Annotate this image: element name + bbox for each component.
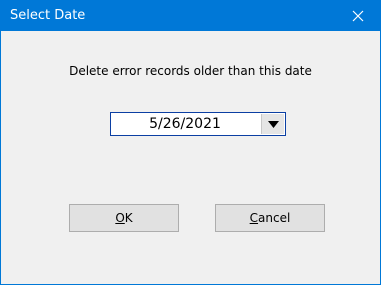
cancel-label-rest: ancel [258,211,291,225]
date-dropdown-button[interactable] [261,114,284,134]
close-button[interactable] [336,1,380,31]
cancel-button[interactable]: Cancel [215,204,325,232]
dialog-body: Delete error records older than this dat… [1,31,380,284]
ok-label-rest: K [124,211,133,225]
close-icon [352,10,364,22]
date-value[interactable]: 5/26/2021 [111,113,259,135]
chevron-down-icon [267,120,279,128]
title-bar[interactable]: Select Date [1,1,380,31]
date-picker[interactable]: 5/26/2021 [110,112,286,136]
window-title: Select Date [10,8,86,23]
ok-button[interactable]: OK [69,204,179,232]
select-date-dialog: Select Date Delete error records older t… [0,0,381,285]
ok-accelerator: O [115,211,125,225]
cancel-accelerator: C [249,211,259,225]
prompt-label: Delete error records older than this dat… [69,64,312,78]
